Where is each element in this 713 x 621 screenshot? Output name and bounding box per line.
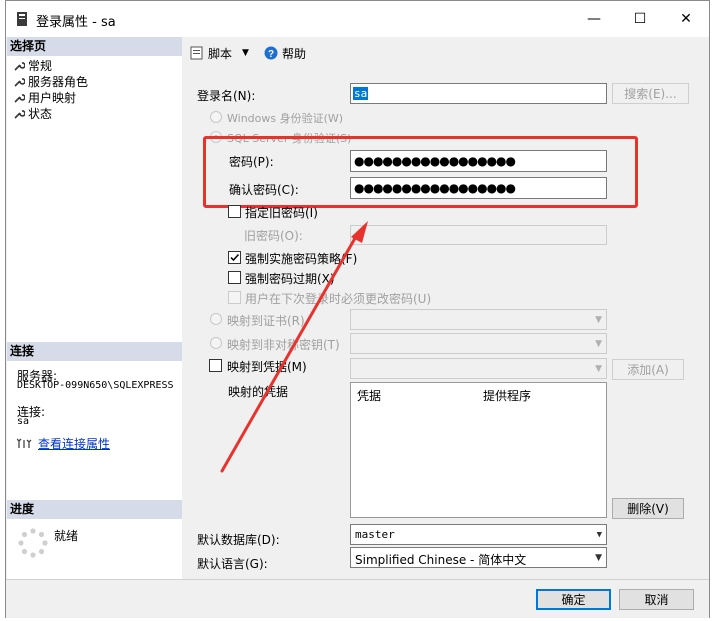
annotation-arrow <box>220 221 368 473</box>
login-properties-window: 登录属性 - sa — ☐ ✕ 选择页 常规 服务器角色 用户映射 状态 连接 … <box>5 0 710 618</box>
